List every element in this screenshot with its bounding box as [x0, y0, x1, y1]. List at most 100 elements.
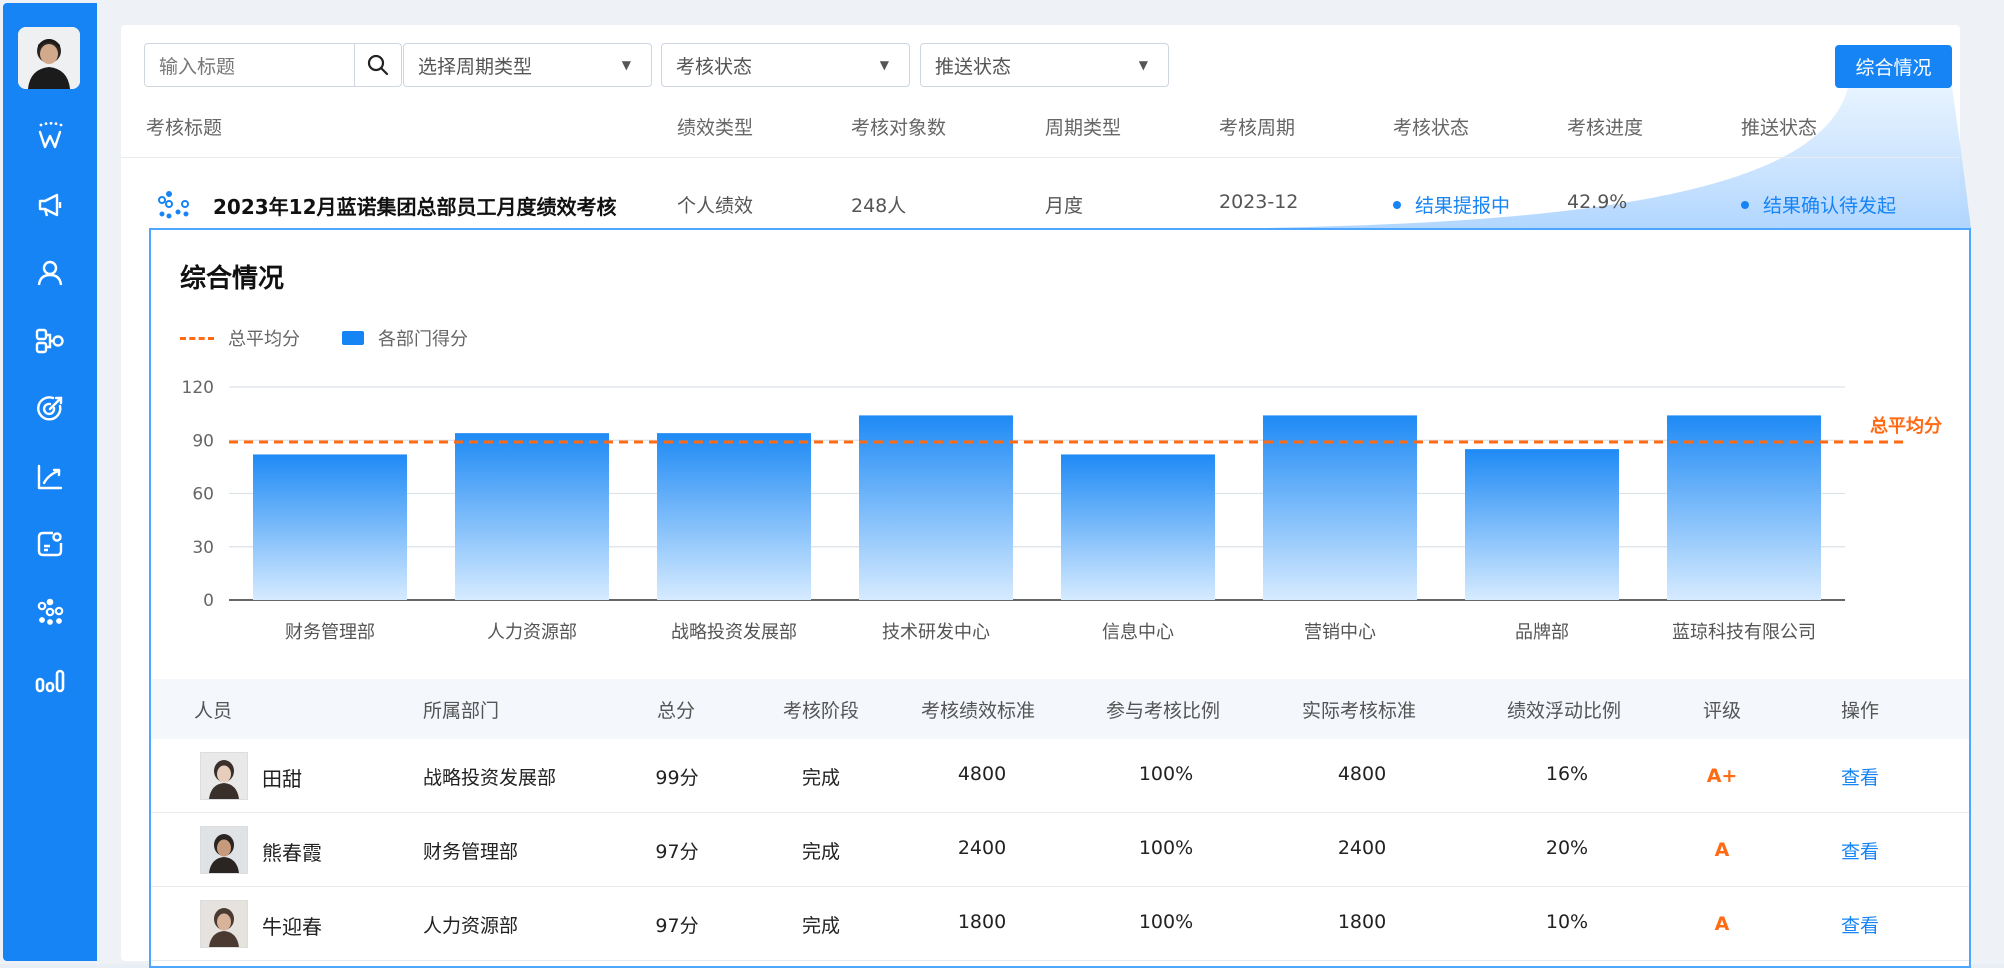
view-link[interactable]: 查看 [1841, 837, 1879, 864]
status-dot [1741, 200, 1749, 209]
cell-actual: 2400 [1337, 837, 1387, 859]
network-nodes-icon[interactable] [33, 595, 67, 629]
col-header-count: 考核对象数 [851, 117, 947, 139]
th-action: 操作 [1841, 700, 1880, 722]
search-field[interactable]: 输入标题 [144, 43, 402, 87]
status-dot [1393, 200, 1401, 209]
legend-average: 总平均分 [180, 325, 300, 351]
legend-departments-swatch [342, 331, 364, 345]
caret-down-icon: ▼ [1138, 58, 1148, 72]
trend-chart-icon[interactable] [33, 460, 67, 494]
search-input[interactable]: 输入标题 [145, 52, 354, 79]
y-tick-label: 90 [192, 431, 214, 451]
legend-departments: 各部门得分 [342, 325, 468, 351]
assessment-push-status: 结果确认待发起 [1741, 191, 1896, 218]
row-divider [151, 960, 1969, 961]
row-divider [151, 812, 1969, 813]
person-name: 田甜 [262, 767, 302, 791]
person-icon[interactable] [33, 256, 67, 290]
x-tick-label: 蓝琼科技有限公司 [1672, 622, 1816, 643]
cell-float: 20% [1545, 837, 1589, 859]
caret-down-icon: ▼ [621, 58, 631, 72]
cell-float: 10% [1545, 911, 1589, 933]
x-tick-label: 战略投资发展部 [671, 622, 797, 643]
summary-button[interactable]: 综合情况 [1835, 45, 1952, 88]
megaphone-icon[interactable] [33, 188, 67, 222]
th-float: 绩效浮动比例 [1507, 700, 1622, 722]
x-tick-label: 营销中心 [1304, 622, 1376, 643]
assess-status-select[interactable]: 考核状态 ▼ [661, 43, 910, 87]
th-dept: 所属部门 [423, 700, 500, 722]
col-header-type: 绩效类型 [677, 117, 754, 139]
assessment-progress: 42.9% [1567, 191, 1628, 213]
cell-ratio: 100% [1138, 911, 1194, 933]
x-tick-label: 品牌部 [1515, 622, 1569, 643]
assessment-cycle-type: 月度 [1045, 195, 1084, 217]
grade-badge: A+ [1706, 765, 1738, 787]
x-tick-label: 财务管理部 [285, 622, 375, 643]
col-header-title: 考核标题 [146, 117, 223, 139]
x-tick-label: 信息中心 [1102, 622, 1174, 643]
legend-departments-label: 各部门得分 [378, 329, 468, 350]
th-score: 总分 [657, 700, 696, 722]
bar-5 [1061, 454, 1215, 600]
avatar [200, 752, 248, 800]
row-divider [151, 886, 1969, 887]
th-person: 人员 [194, 700, 233, 722]
bar-7 [1465, 449, 1619, 600]
department-score-chart: 0 30 60 90 120 财务管理部 人力资源部 战略投资发展部 技术研发中心 信息中心 营销中… [182, 378, 1942, 643]
y-tick-label: 0 [203, 591, 214, 611]
assessment-status: 结果提报中 [1393, 191, 1510, 218]
search-icon [367, 54, 389, 76]
th-ratio: 参与考核比例 [1106, 700, 1221, 722]
grade-badge: A [1714, 839, 1730, 861]
th-actual: 实际考核标准 [1302, 700, 1417, 722]
assessment-type: 个人绩效 [677, 195, 754, 217]
bar-stats-icon[interactable] [33, 663, 67, 697]
average-line-label: 总平均分 [1870, 415, 1942, 437]
person-name: 熊春霞 [262, 841, 322, 865]
legend-average-swatch [180, 336, 214, 340]
org-chart-icon[interactable] [33, 324, 67, 358]
cycle-type-select[interactable]: 选择周期类型 ▼ [403, 43, 652, 87]
cell-actual: 4800 [1337, 763, 1387, 785]
assessment-push-status-text: 结果确认待发起 [1763, 195, 1897, 217]
avatar [200, 826, 248, 874]
y-tick-label: 30 [192, 538, 214, 558]
th-stage: 考核阶段 [783, 700, 860, 722]
col-header-push-status: 推送状态 [1741, 117, 1818, 139]
search-button[interactable] [354, 44, 401, 86]
cycle-type-value: 选择周期类型 [418, 55, 533, 78]
grade-badge: A [1714, 913, 1730, 935]
push-status-value: 推送状态 [935, 55, 1012, 78]
person-name: 牛迎春 [262, 915, 322, 939]
user-avatar[interactable] [18, 27, 80, 89]
caret-down-icon: ▼ [879, 58, 889, 72]
cell-dept: 人力资源部 [423, 915, 519, 937]
col-header-cycle-type: 周期类型 [1045, 117, 1122, 139]
assessment-count: 248人 [851, 195, 907, 217]
cell-standard: 4800 [957, 763, 1007, 785]
cell-ratio: 100% [1138, 837, 1194, 859]
assess-status-value: 考核状态 [676, 55, 753, 78]
view-link[interactable]: 查看 [1841, 763, 1879, 790]
view-link[interactable]: 查看 [1841, 911, 1879, 938]
cell-ratio: 100% [1138, 763, 1194, 785]
y-tick-label: 120 [182, 378, 214, 398]
logo-w-icon[interactable] [33, 119, 67, 153]
push-status-select[interactable]: 推送状态 ▼ [920, 43, 1169, 87]
col-header-progress: 考核进度 [1567, 117, 1644, 139]
bar-3 [657, 433, 811, 600]
legend-average-label: 总平均分 [228, 329, 300, 350]
y-tick-label: 60 [192, 485, 214, 505]
bar-1 [253, 454, 407, 600]
assessment-title[interactable]: 2023年12月蓝诺集团总部员工月度绩效考核 [213, 191, 617, 220]
header-divider [121, 157, 1960, 158]
th-grade: 评级 [1703, 700, 1742, 722]
target-icon[interactable] [33, 392, 67, 426]
assessment-status-text: 结果提报中 [1415, 195, 1511, 217]
document-settings-icon[interactable] [33, 527, 67, 561]
th-standard: 考核绩效标准 [921, 700, 1036, 722]
sidebar [3, 3, 97, 961]
cell-standard: 2400 [957, 837, 1007, 859]
